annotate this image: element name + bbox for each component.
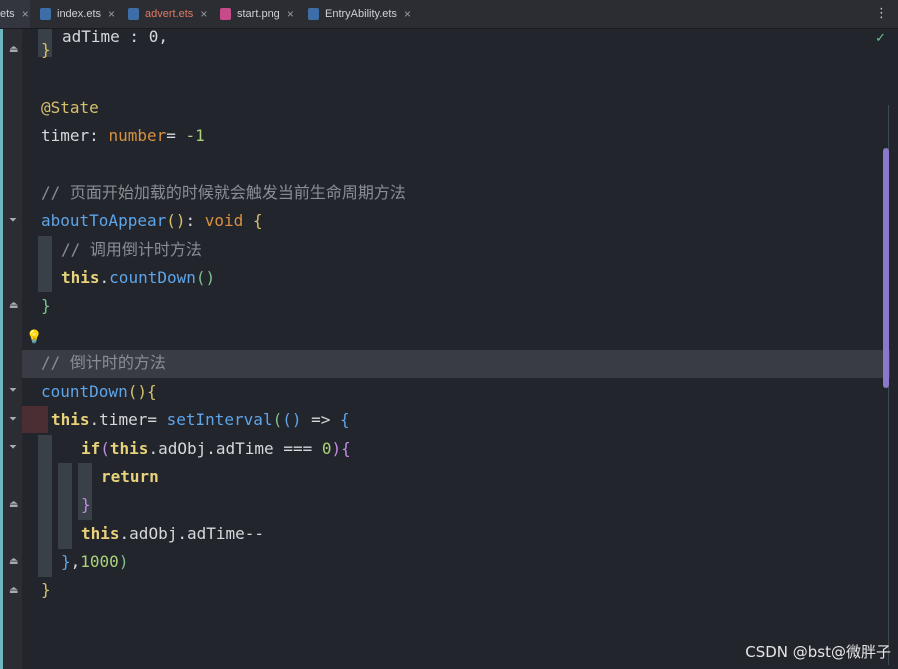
- code-line: adTime : 0,: [62, 23, 168, 51]
- function-name: countDown: [109, 268, 196, 287]
- more-options-icon[interactable]: ⋮: [875, 6, 888, 21]
- ets-file-icon: [308, 8, 319, 20]
- code-line: @State: [41, 94, 99, 122]
- indent-guide: [38, 236, 52, 292]
- code-line: countDown(){: [41, 382, 157, 401]
- tab-truncated[interactable]: ets ×: [0, 0, 30, 28]
- code-text: timer: [99, 410, 148, 429]
- code-text: adObj: [129, 524, 178, 543]
- indent-guide: [58, 463, 72, 549]
- tab-start-png[interactable]: start.png ×: [220, 0, 294, 28]
- function-name: aboutToAppear: [41, 211, 167, 230]
- code-line: }: [81, 495, 91, 514]
- editor-gutter: [0, 29, 22, 669]
- number-literal: -1: [185, 126, 205, 145]
- close-icon[interactable]: ×: [287, 7, 294, 21]
- watermark: CSDN @bst@微胖子: [745, 643, 891, 661]
- code-line: }: [41, 40, 51, 59]
- code-text: adObj: [158, 439, 207, 458]
- keyword: this: [51, 410, 90, 429]
- code-comment: // 页面开始加载的时候就会触发当前生命周期方法: [41, 183, 406, 202]
- code-comment: // 倒计时的方法: [41, 353, 166, 372]
- number-literal: 0: [321, 439, 332, 458]
- fold-icon[interactable]: ⏏: [9, 45, 19, 55]
- tab-label: EntryAbility.ets: [325, 8, 397, 20]
- tab-label: start.png: [237, 8, 280, 20]
- tab-entryability-ets[interactable]: EntryAbility.ets ×: [308, 0, 411, 28]
- fold-icon[interactable]: ⏷: [9, 216, 19, 226]
- tab-label: advert.ets: [145, 8, 194, 20]
- check-icon: ✓: [875, 31, 886, 46]
- keyword: this: [109, 439, 149, 458]
- code-line: },1000): [61, 552, 129, 571]
- code-comment: // 调用倒计时方法: [61, 240, 202, 259]
- code-text: adTime : 0,: [62, 27, 168, 46]
- image-file-icon: [220, 8, 231, 20]
- close-icon[interactable]: ×: [108, 7, 115, 21]
- function-name: countDown: [41, 382, 128, 401]
- annotation: @State: [41, 98, 99, 117]
- fold-icon[interactable]: ⏏: [9, 586, 19, 596]
- keyword: return: [101, 467, 159, 486]
- keyword: if: [81, 439, 101, 458]
- type-name: number: [108, 126, 167, 145]
- ets-file-icon: [128, 8, 139, 20]
- code-text: adTime: [186, 524, 245, 543]
- fold-icon[interactable]: ⏏: [9, 301, 19, 311]
- fold-icon[interactable]: ⏷: [9, 415, 19, 425]
- code-text: adTime: [215, 439, 274, 458]
- code-line: return: [101, 463, 159, 491]
- scrollbar-thumb[interactable]: [883, 148, 889, 388]
- code-line: }: [41, 580, 51, 599]
- tab-label: ets: [0, 8, 15, 20]
- code-line: this.adObj.adTime--: [81, 524, 265, 543]
- code-line: aboutToAppear(): void {: [41, 211, 263, 230]
- fold-icon[interactable]: ⏏: [9, 500, 19, 510]
- code-text: timer: [41, 126, 90, 145]
- close-icon[interactable]: ×: [404, 7, 411, 21]
- fold-icon[interactable]: ⏷: [9, 443, 19, 453]
- code-editor[interactable]: adTime : 0, } @State timer: number= -1 /…: [22, 27, 898, 669]
- ets-file-icon: [40, 8, 51, 20]
- fold-icon[interactable]: ⏏: [9, 557, 19, 567]
- number-literal: 1000: [80, 552, 119, 571]
- code-text: --: [244, 524, 265, 543]
- code-line: if(this.adObj.adTime === 0){: [81, 439, 351, 458]
- fold-icon[interactable]: ⏷: [9, 386, 19, 396]
- type-name: void: [204, 211, 244, 230]
- close-icon[interactable]: ×: [200, 7, 207, 21]
- keyword: this: [61, 268, 100, 287]
- gutter-change-marker: [0, 29, 3, 669]
- code-line: }: [41, 296, 51, 315]
- code-line: this.countDown(): [61, 268, 216, 287]
- code-line: timer: number= -1: [41, 126, 205, 145]
- tab-label: index.ets: [57, 8, 102, 20]
- function-name: setInterval: [166, 410, 273, 429]
- code-line: this.timer= setInterval(() => {: [51, 410, 350, 429]
- close-icon[interactable]: ×: [22, 7, 29, 21]
- indent-guide: [38, 435, 52, 577]
- keyword: this: [81, 524, 120, 543]
